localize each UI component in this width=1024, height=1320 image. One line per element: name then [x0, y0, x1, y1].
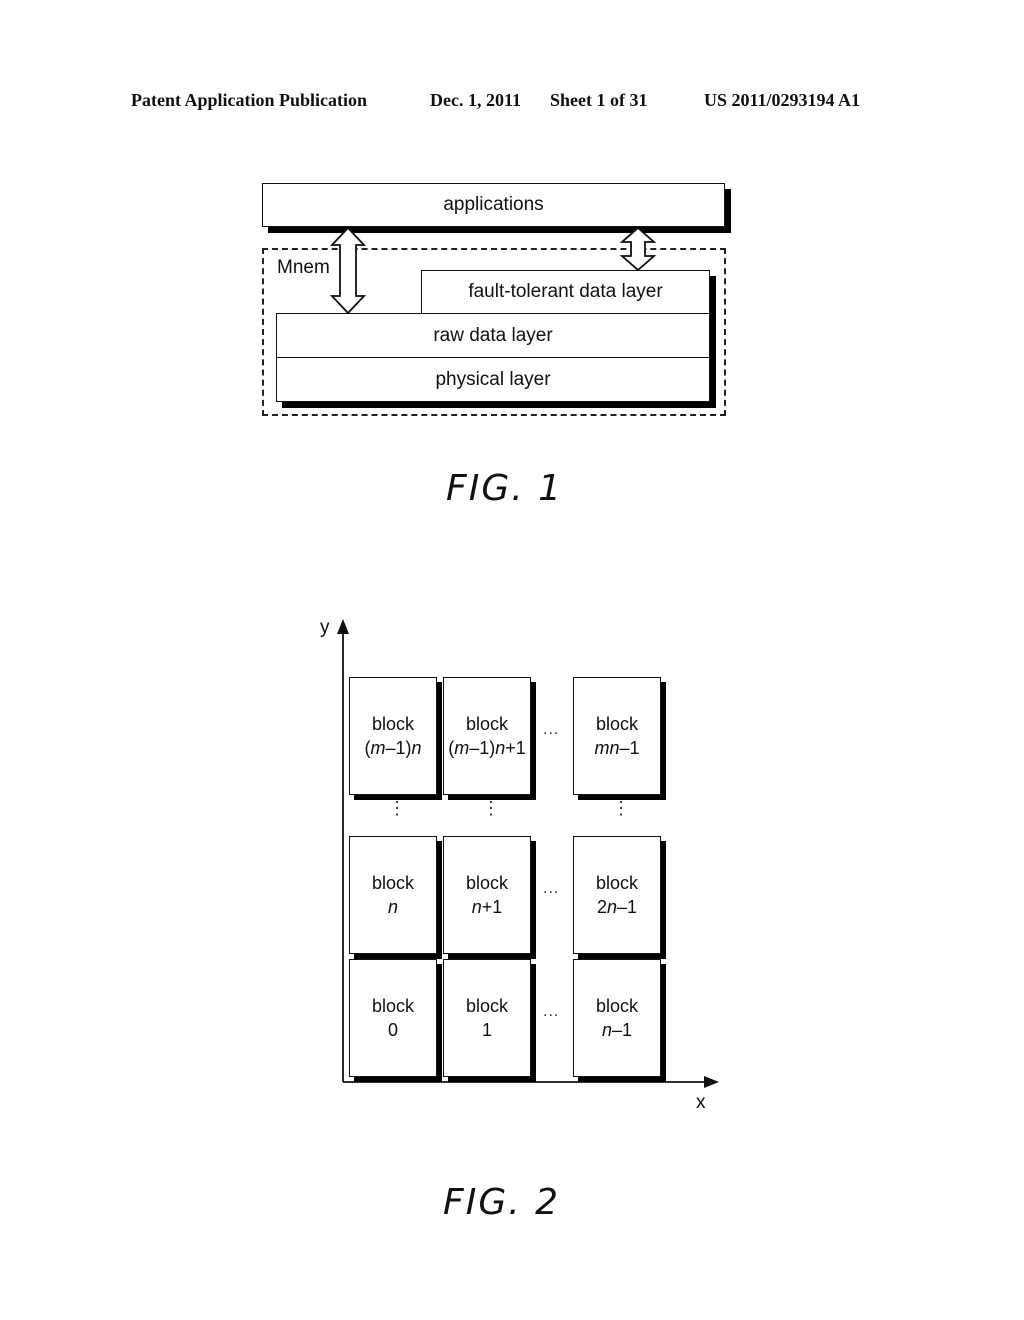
block-index: (m–1)n	[364, 738, 422, 758]
block-word: block	[371, 873, 415, 893]
block-index: 2n–1	[596, 897, 638, 917]
horizontal-ellipsis: ...	[543, 721, 560, 738]
block-word: block	[465, 996, 509, 1016]
fig2-caption: FIG. 2	[443, 1182, 561, 1223]
y-axis-label: y	[320, 617, 330, 638]
horizontal-ellipsis: ...	[543, 880, 560, 897]
block-word: block	[371, 714, 415, 734]
block-word: block	[595, 996, 639, 1016]
block-index: 1	[481, 1020, 492, 1040]
block-index: mn–1	[594, 738, 640, 758]
y-axis-arrowhead-icon	[337, 619, 349, 634]
block-word: block	[465, 873, 509, 893]
memory-block: block n	[349, 836, 437, 954]
block-index: n–1	[601, 1020, 633, 1040]
x-axis-label: x	[696, 1092, 706, 1113]
memory-block: block 1	[443, 959, 531, 1077]
memory-block: block n+1	[443, 836, 531, 954]
block-index: n	[387, 897, 398, 917]
vertical-ellipsis: ⋮	[388, 798, 406, 818]
memory-block: block 2n–1	[573, 836, 661, 954]
block-index: n+1	[471, 897, 503, 917]
memory-block: block 0	[349, 959, 437, 1077]
memory-block: block (m–1)n	[349, 677, 437, 795]
block-word: block	[595, 873, 639, 893]
block-word: block	[465, 714, 509, 734]
block-index: 0	[387, 1020, 398, 1040]
memory-block: block (m–1)n+1	[443, 677, 531, 795]
fig2-axes	[337, 619, 719, 1088]
block-index: (m–1)n+1	[448, 738, 526, 758]
horizontal-ellipsis: ...	[543, 1003, 560, 1020]
block-word: block	[595, 714, 639, 734]
vertical-ellipsis: ⋮	[482, 798, 500, 818]
memory-block: block mn–1	[573, 677, 661, 795]
memory-block: block n–1	[573, 959, 661, 1077]
x-axis-arrowhead-icon	[704, 1076, 719, 1088]
block-word: block	[371, 996, 415, 1016]
vertical-ellipsis: ⋮	[612, 798, 630, 818]
